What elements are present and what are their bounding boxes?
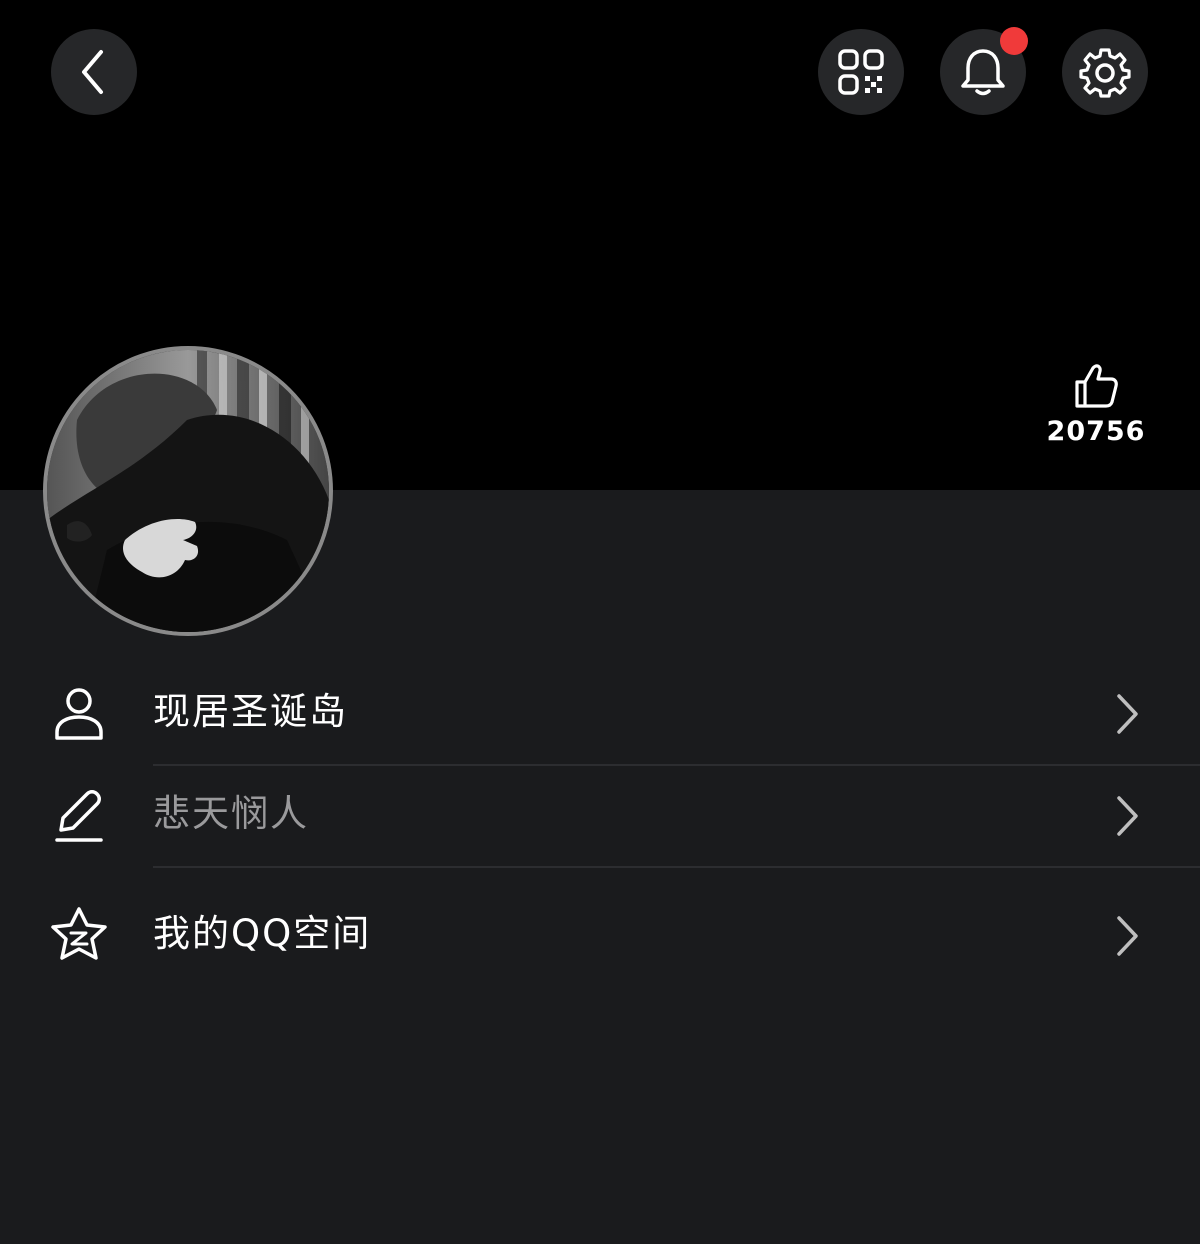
pencil-icon	[55, 790, 103, 842]
chevron-right-icon	[1117, 796, 1138, 836]
settings-button[interactable]	[1062, 29, 1148, 115]
notification-badge	[1000, 27, 1028, 55]
qzone-row[interactable]: 我的QQ空间	[0, 868, 1200, 1004]
like-count: 20756	[1046, 416, 1146, 447]
signature-text: 悲天悯人	[153, 792, 309, 835]
star-icon	[51, 907, 107, 960]
chevron-right-icon	[1117, 916, 1138, 956]
profile-info-list: 现居圣诞岛 悲天悯人 我的QQ空间	[0, 664, 1200, 1004]
signature-row[interactable]: 悲天悯人	[0, 766, 1200, 866]
avatar-photo	[47, 350, 329, 632]
location-row[interactable]: 现居圣诞岛	[0, 664, 1200, 764]
bell-icon	[961, 49, 1005, 96]
chevron-right-icon	[1117, 694, 1138, 734]
like-counter[interactable]: 20756	[1046, 362, 1146, 447]
thumbs-up-icon	[1075, 364, 1118, 408]
person-icon	[55, 688, 103, 740]
avatar[interactable]	[43, 346, 333, 636]
back-button[interactable]	[51, 29, 137, 115]
location-text: 现居圣诞岛	[153, 690, 348, 733]
qr-code-icon	[838, 49, 884, 95]
qzone-text: 我的QQ空间	[153, 912, 372, 955]
qr-code-button[interactable]	[818, 29, 904, 115]
chevron-left-icon	[82, 50, 103, 94]
profile-screen: 20756 现居圣诞岛 悲天悯人 我的QQ空间	[0, 0, 1200, 1244]
gear-icon	[1079, 48, 1131, 98]
